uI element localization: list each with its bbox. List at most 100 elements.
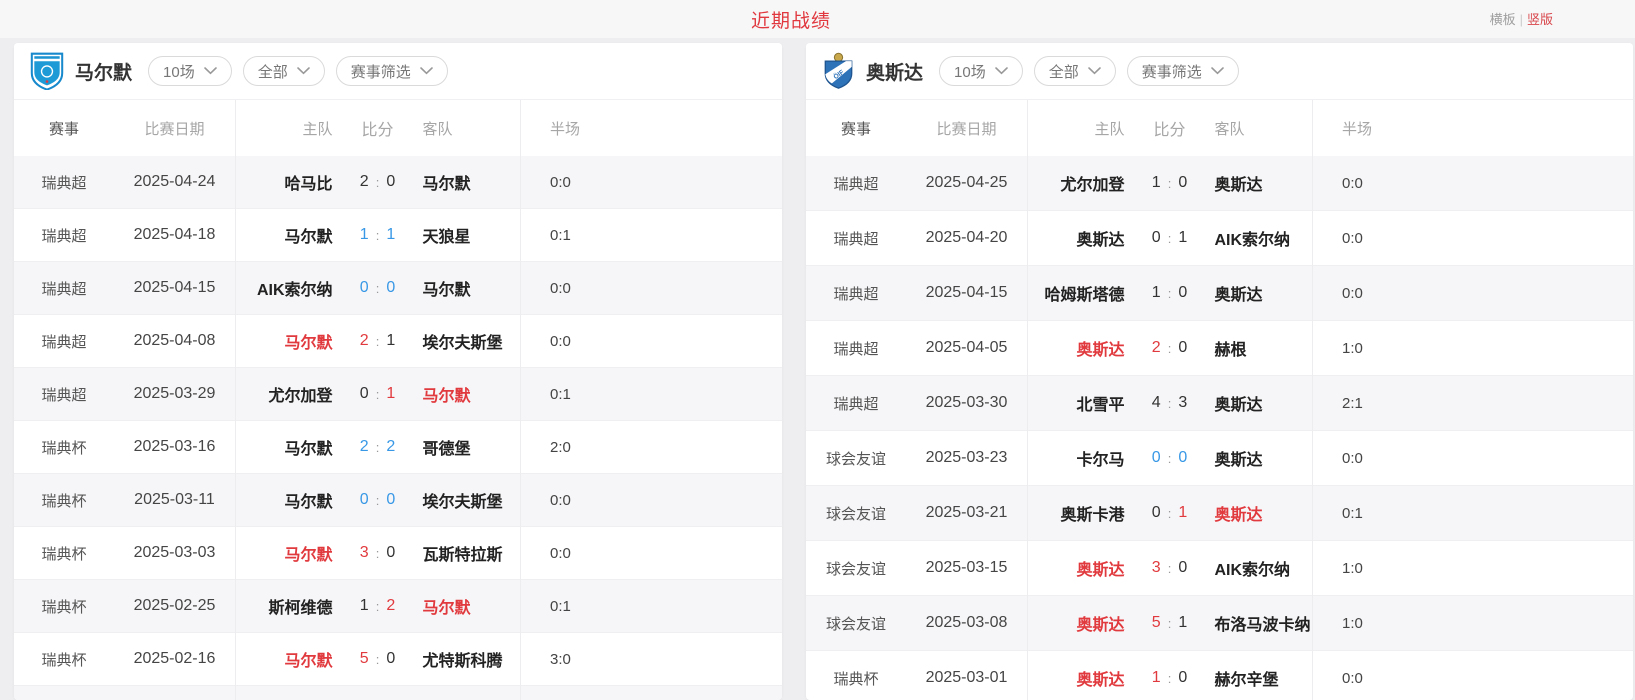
table-row[interactable]: 瑞典超 2025-04-15 AIK索尔纳 0 : 0 马尔默 0:0	[14, 262, 782, 315]
dropdown-label: 赛事筛选	[351, 61, 411, 82]
halftime-cell: 1:0	[1312, 340, 1633, 357]
col-header-date: 比赛日期	[114, 118, 235, 139]
home-team-name: 马尔默	[235, 647, 333, 671]
score-cell: 2 : 0	[345, 173, 411, 191]
table-row[interactable]: 瑞典超 2025-04-18 马尔默 1 : 1 天狼星 0:1	[14, 209, 782, 262]
halftime-cell: 0:1	[520, 598, 782, 615]
table-header: 赛事 比赛日期 主队 比分 客队 半场	[14, 100, 782, 156]
date-cell: 2025-02-25	[114, 597, 235, 615]
home-score: 2	[1152, 339, 1161, 357]
away-score: 0	[1178, 669, 1187, 687]
col-header-away: 客队	[423, 118, 521, 139]
home-team-name: 马尔默	[235, 223, 333, 247]
league-cell: 瑞典超	[806, 283, 906, 304]
horizontal-view-button[interactable]: 横板	[1490, 12, 1516, 27]
score-cell: 0 : 0	[345, 279, 411, 297]
match-cell: 奥斯达 3 : 0 AIK索尔纳	[1027, 556, 1312, 580]
event-filter-dropdown[interactable]: 赛事筛选	[1127, 56, 1239, 86]
match-cell: AIK索尔纳 0 : 0 马尔默	[235, 276, 520, 300]
matches-count-dropdown[interactable]: 10场	[148, 56, 232, 86]
table-row[interactable]: 瑞典杯 2025-02-25 斯柯维德 1 : 2 马尔默 0:1	[14, 580, 782, 633]
table-row[interactable]: 瑞典杯 2025-03-11 马尔默 0 : 0 埃尔夫斯堡 0:0	[14, 474, 782, 527]
home-team-name: 马尔默	[235, 329, 333, 353]
home-team-name: 奥斯达	[1027, 666, 1125, 690]
match-cell: 奥斯达 5 : 1 布洛马波卡纳	[1027, 611, 1312, 635]
score-colon: :	[376, 652, 380, 667]
table-row[interactable]: 瑞典超 2025-04-15 哈姆斯塔德 1 : 0 奥斯达 0:0	[806, 266, 1633, 321]
halftime-cell: 0:0	[1312, 285, 1633, 302]
table-row[interactable]: 瑞典杯 2025-02-16 马尔默 5 : 0 尤特斯科腾 3:0	[14, 633, 782, 686]
table-row[interactable]: 瑞典超 2025-03-30 北雪平 4 : 3 奥斯达 2:1	[806, 376, 1633, 431]
away-score: 2	[386, 597, 395, 615]
vertical-view-button[interactable]: 竖版	[1527, 12, 1553, 27]
table-row[interactable]: 瑞典超 2025-04-25 尤尔加登 1 : 0 奥斯达 0:0	[806, 156, 1633, 211]
home-score: 0	[1152, 504, 1161, 522]
halftime-cell: 0:0	[1312, 230, 1633, 247]
halftime-cell: 2:1	[1312, 395, 1633, 412]
scope-dropdown[interactable]: 全部	[243, 56, 325, 86]
col-header-home: 主队	[235, 118, 333, 139]
date-cell: 2025-03-21	[906, 504, 1027, 522]
match-cell: 马尔默 2 : 1 埃尔夫斯堡	[235, 329, 520, 353]
home-score: 1	[360, 597, 369, 615]
home-score: 2	[360, 332, 369, 350]
col-header-league: 赛事	[14, 118, 114, 139]
table-row[interactable]: 球会友谊 2025-03-08 奥斯达 5 : 1 布洛马波卡纳 1:0	[806, 596, 1633, 651]
home-team-name: 马尔默	[235, 541, 333, 565]
home-team-name: 马尔默	[235, 435, 333, 459]
league-cell: 瑞典杯	[14, 543, 114, 564]
table-row[interactable]: 球会友谊 2025-03-15 奥斯达 3 : 0 AIK索尔纳 1:0	[806, 541, 1633, 596]
league-cell: 球会友谊	[806, 448, 906, 469]
home-team-name: 卡尔马	[1027, 446, 1125, 470]
score-colon: :	[376, 175, 380, 190]
table-row[interactable]: 球会友谊 2025-03-21 奥斯卡港 0 : 1 奥斯达 0:1	[806, 486, 1633, 541]
score-colon: :	[1168, 231, 1172, 246]
home-score: 0	[1152, 229, 1161, 247]
date-cell: 2025-03-08	[906, 614, 1027, 632]
home-team-name: 哈马比	[235, 170, 333, 194]
match-cell: 哈姆斯塔德 1 : 0 奥斯达	[1027, 281, 1312, 305]
table-row[interactable]: 瑞典杯 2025-03-03 马尔默 3 : 0 瓦斯特拉斯 0:0	[14, 527, 782, 580]
score-colon: :	[1168, 341, 1172, 356]
event-filter-dropdown[interactable]: 赛事筛选	[336, 56, 448, 86]
matches-count-dropdown[interactable]: 10场	[939, 56, 1023, 86]
home-team-name: 奥斯达	[1027, 336, 1125, 360]
table-row[interactable]: 瑞典超 2025-04-05 奥斯达 2 : 0 赫根 1:0	[806, 321, 1633, 376]
home-team-name: 尤尔加登	[235, 382, 333, 406]
away-team-name: 赫根	[1215, 336, 1313, 360]
table-row[interactable]: 瑞典超 2025-04-08 马尔默 2 : 1 埃尔夫斯堡 0:0	[14, 315, 782, 368]
away-team-name: 奥斯达	[1215, 446, 1313, 470]
table-row[interactable]: 瑞典超 2025-04-20 奥斯达 0 : 1 AIK索尔纳 0:0	[806, 211, 1633, 266]
scope-dropdown[interactable]: 全部	[1034, 56, 1116, 86]
score-cell: 3 : 0	[1137, 559, 1203, 577]
home-score: 1	[1152, 174, 1161, 192]
home-score: 0	[1152, 449, 1161, 467]
panel-header: 马尔默 10场 全部 赛事筛选	[14, 43, 782, 100]
home-team-name: 奥斯达	[1027, 611, 1125, 635]
table-row[interactable]: 瑞典杯 2025-03-01 奥斯达 1 : 0 赫尔辛堡 0:0	[806, 651, 1633, 700]
score-cell: 5 : 0	[345, 650, 411, 668]
home-score: 0	[360, 491, 369, 509]
chevron-down-icon	[420, 67, 433, 75]
table-row[interactable]: 球会友谊 2025-03-23 卡尔马 0 : 0 奥斯达 0:0	[806, 431, 1633, 486]
match-cell: 尤尔加登 0 : 1 马尔默	[235, 382, 520, 406]
halftime-cell: 0:1	[520, 386, 782, 403]
score-colon: :	[1168, 176, 1172, 191]
chevron-down-icon	[1088, 67, 1101, 75]
away-score: 0	[386, 650, 395, 668]
table-row[interactable]: 瑞典杯 2025-03-16 马尔默 2 : 2 哥德堡 2:0	[14, 421, 782, 474]
match-cell: 哈马比 2 : 0 马尔默	[235, 170, 520, 194]
table-row[interactable]: 瑞典超 2025-04-24 哈马比 2 : 0 马尔默 0:0	[14, 156, 782, 209]
league-cell: 瑞典超	[806, 228, 906, 249]
league-cell: 瑞典超	[14, 384, 114, 405]
away-score: 0	[1178, 339, 1187, 357]
date-cell: 2025-03-11	[114, 491, 235, 509]
home-score: 5	[1152, 614, 1161, 632]
score-colon: :	[376, 546, 380, 561]
home-team-name: 奥斯达	[1027, 226, 1125, 250]
team-name: 奥斯达	[866, 58, 923, 85]
away-team-name: 马尔默	[423, 170, 521, 194]
halftime-cell: 0:0	[520, 333, 782, 350]
column-divider	[520, 100, 521, 700]
table-row[interactable]: 瑞典超 2025-03-29 尤尔加登 0 : 1 马尔默 0:1	[14, 368, 782, 421]
